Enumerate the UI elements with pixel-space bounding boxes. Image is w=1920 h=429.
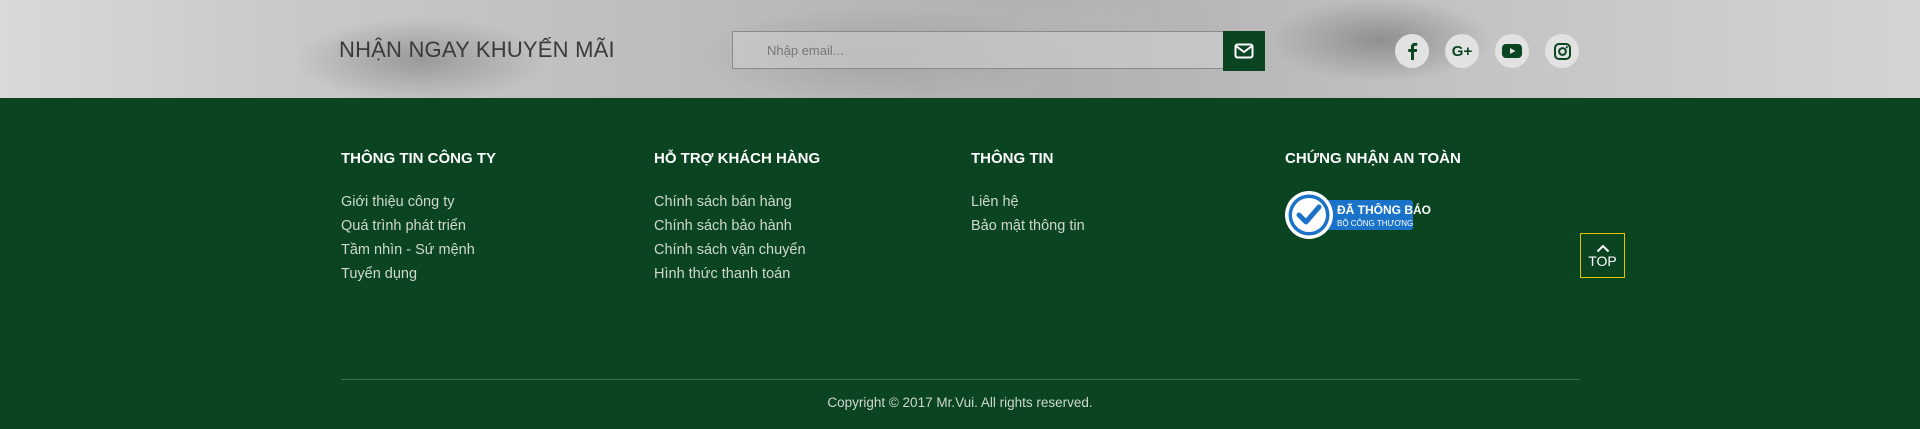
facebook-button[interactable] [1395,34,1429,68]
badge-line-2: BỘ CÔNG THƯƠNG [1337,219,1414,228]
facebook-icon [1408,42,1418,60]
column-title: CHỨNG NHẬN AN TOÀN [1285,150,1461,167]
registered-badge[interactable]: ĐÃ THÔNG BÁO BỘ CÔNG THƯƠNG [1285,190,1431,240]
youtube-button[interactable] [1495,34,1529,68]
chevron-up-icon [1596,244,1609,252]
footer-link[interactable]: Giới thiệu công ty [341,190,496,214]
footer-link[interactable]: Bảo mật thông tin [971,214,1085,238]
instagram-button[interactable] [1545,34,1579,68]
column-title: THÔNG TIN [971,150,1054,167]
badge-line-1: ĐÃ THÔNG BÁO [1337,203,1431,217]
footer-link[interactable]: Chính sách bán hàng [654,190,820,214]
newsletter-form [732,31,1265,71]
youtube-icon [1502,44,1522,58]
back-to-top-button[interactable]: TOP [1580,233,1625,278]
footer-column-support: HỖ TRỢ KHÁCH HÀNG Chính sách bán hàng Ch… [654,150,820,286]
footer-link[interactable]: Liên hệ [971,190,1085,214]
newsletter-bar: NHẬN NGAY KHUYẾN MÃI G+ [0,0,1920,98]
google-plus-icon: G+ [1451,42,1473,60]
instagram-icon [1553,42,1571,60]
footer-link[interactable]: Tuyển dụng [341,262,496,286]
google-plus-button[interactable]: G+ [1445,34,1479,68]
column-title: THÔNG TIN CÔNG TY [341,150,496,167]
footer-column-company: THÔNG TIN CÔNG TY Giới thiệu công ty Quá… [341,150,496,286]
back-to-top-label: TOP [1588,252,1617,269]
envelope-icon [1234,43,1254,59]
footer-divider [341,379,1580,380]
email-input[interactable] [732,31,1223,69]
footer-link[interactable]: Chính sách bảo hành [654,214,820,238]
column-title: HỖ TRỢ KHÁCH HÀNG [654,150,821,167]
footer-link[interactable]: Quá trình phát triển [341,214,496,238]
copyright-text: Copyright © 2017 Mr.Vui. All rights rese… [827,395,1093,410]
footer-link[interactable]: Hình thức thanh toán [654,262,820,286]
subscribe-button[interactable] [1223,31,1265,71]
footer-column-certification: CHỨNG NHẬN AN TOÀN [1285,150,1461,190]
footer-link[interactable]: Tầm nhìn - Sứ mệnh [341,238,496,262]
footer-link[interactable]: Chính sách vận chuyển [654,238,820,262]
footer-column-info: THÔNG TIN Liên hệ Bảo mật thông tin [971,150,1085,238]
newsletter-title: NHẬN NGAY KHUYẾN MÃI [339,37,615,62]
